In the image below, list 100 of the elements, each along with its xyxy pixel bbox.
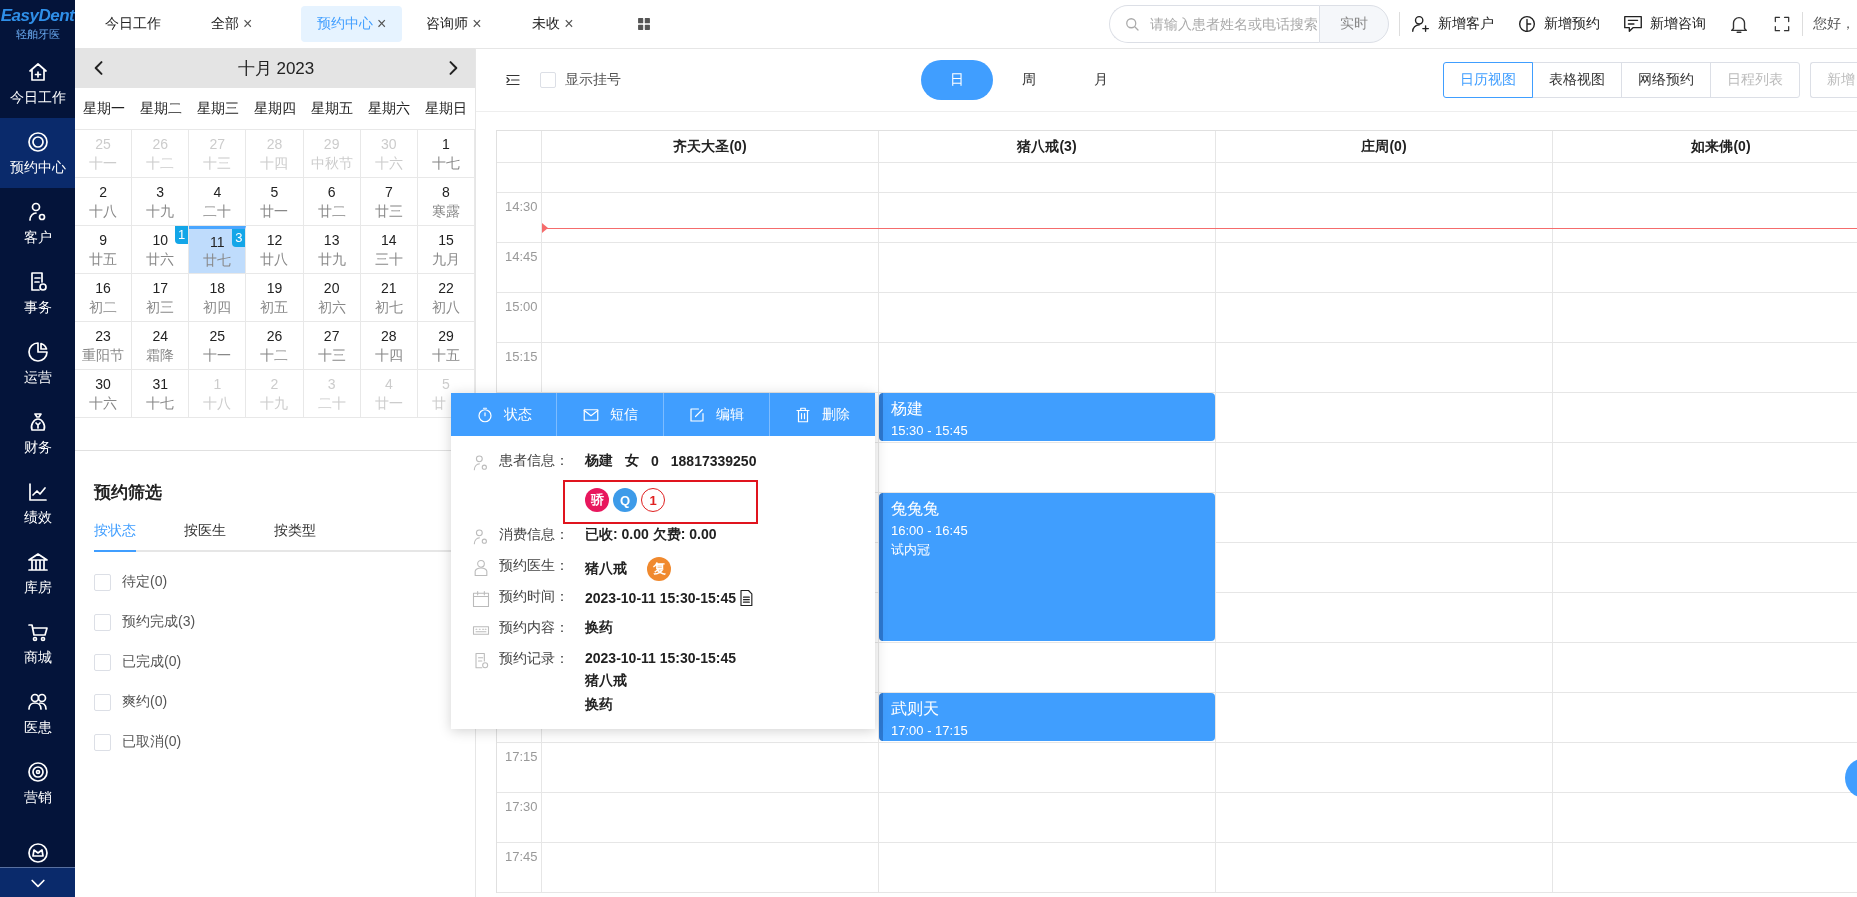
calendar-day[interactable]: 6 廿二 [303,178,361,226]
view-tab[interactable]: 表格视图 [1532,61,1622,98]
calendar-day[interactable]: 17 初三 [132,274,190,322]
field-value: 0 [651,453,659,469]
calendar-day[interactable]: 24 霜降 [132,322,190,370]
column-header: 如来佛(0) [1553,131,1857,163]
sidebar-item[interactable]: 绩效 [0,468,75,538]
calendar-day[interactable]: 14 三十 [360,226,418,274]
fullscreen-button[interactable] [1772,14,1792,34]
calendar-day[interactable]: 13 廿九 [303,226,361,274]
add-button[interactable]: 新增预约 [1516,13,1600,35]
checkbox[interactable] [94,613,111,631]
checkbox[interactable] [94,573,111,591]
tab[interactable]: 全部 × [195,6,293,42]
calendar-day[interactable]: 18 初四 [189,274,247,322]
stopwatch-icon [475,405,494,424]
calendar-day[interactable]: 29 十五 [417,322,475,370]
sidebar-item[interactable]: 库房 [0,538,75,608]
calendar-day[interactable]: 5 廿一 [246,178,304,226]
sidebar-item[interactable]: 预约中心 [0,118,75,188]
count-badge: 1 [175,226,189,244]
field-label: 预约时间： [499,588,570,606]
calendar-day[interactable]: 11 廿七 3 [189,226,247,274]
field-value: 杨建 [585,452,613,470]
calendar-day[interactable]: 15 九月 [417,226,475,274]
tab[interactable]: 今日工作 [89,6,187,42]
column-header: 庄周(0) [1216,131,1553,163]
checkbox-label: 预约完成(3) [122,613,196,631]
range-tab[interactable]: 周 [993,59,1065,100]
calendar-day[interactable]: 2 十八 [75,178,133,226]
calendar-day[interactable]: 16 初二 [75,274,133,322]
add-button[interactable]: 新增客户 [1410,13,1494,35]
trash-icon [794,405,813,424]
count-badge: 3 [232,229,246,247]
field-value: 猪八戒 [585,672,627,690]
calendar-day[interactable]: 20 初六 [303,274,361,322]
calendar-day[interactable]: 25 十一 [189,322,247,370]
sidebar-item[interactable]: 医患 [0,678,75,748]
greeting: 您好， [1813,15,1856,33]
time-label: 14:30 [505,199,538,214]
field-value: 2023-10-11 15:30-15:45 [585,650,736,666]
tag: 骄 [585,488,609,512]
tab[interactable]: 咨询师 × [410,6,509,42]
pie-chart-icon [25,339,50,364]
view-tab[interactable]: 网络预约 [1621,61,1711,98]
checkbox[interactable] [94,653,111,671]
sidebar-item[interactable]: 客户 [0,188,75,258]
sidebar-item[interactable]: 商城 [0,608,75,678]
sidebar-item[interactable]: 运营 [0,328,75,398]
tab[interactable]: 预约中心 × [301,6,403,42]
calendar-icon [471,589,491,609]
checkbox[interactable] [540,71,556,88]
checkbox-label: 爽约(0) [122,693,168,711]
weekday-label: 星期五 [310,99,355,118]
field-label: 预约记录： [499,650,570,668]
calendar-day[interactable]: 31 十七 [132,370,190,418]
clock-icon [1516,13,1538,35]
range-tab[interactable]: 月 [1065,59,1137,100]
calendar-day[interactable]: 27 十三 [303,322,361,370]
calendar-day[interactable]: 28 十四 [360,322,418,370]
field-label: 患者信息： [499,452,570,470]
time-label: 17:15 [505,749,538,764]
calendar-day[interactable]: 23 重阳节 [75,322,133,370]
tag: Q [613,488,637,512]
calendar-day[interactable]: 12 廿八 [246,226,304,274]
tag: 复 [647,557,671,581]
calendar-day[interactable]: 19 初五 [246,274,304,322]
sidebar-item[interactable]: 今日工作 [0,48,75,118]
field-value: 2023-10-11 15:30-15:45 [585,590,736,606]
sidebar-item[interactable]: 财务 [0,398,75,468]
add-button[interactable]: 新增咨询 [1622,13,1706,35]
calendar-day[interactable]: 8 寒露 [417,178,475,226]
field-label: 预约医生： [499,557,570,575]
calendar-day[interactable]: 30 十六 [75,370,133,418]
filter-tab[interactable]: 按医生 [184,514,226,552]
calendar-day[interactable]: 1 十七 [417,130,475,178]
filter-tab[interactable]: 按类型 [274,514,316,552]
time-label: 14:45 [505,249,538,264]
search-field[interactable]: 请输入患者姓名或电话搜索 [1109,5,1319,43]
chat-icon [1622,13,1644,35]
calendar-day[interactable]: 7 廿三 [360,178,418,226]
fullscreen-icon [1772,14,1792,34]
tab[interactable]: 未收 × [516,6,615,42]
time-label: 15:15 [505,349,538,364]
calendar-day[interactable]: 26 十二 [246,322,304,370]
calendar-day[interactable]: 9 廿五 [75,226,133,274]
calendar-day[interactable]: 21 初七 [360,274,418,322]
calendar-day[interactable]: 22 初八 [417,274,475,322]
time-label: 17:45 [505,849,538,864]
weekday-label: 星期一 [81,99,126,118]
apps-button[interactable] [636,16,653,32]
sidebar-item[interactable]: 营销 [0,748,75,818]
sidebar-item[interactable]: 事务 [0,258,75,328]
edit-icon [688,405,707,424]
target-icon [25,759,50,784]
checkbox[interactable] [94,733,111,751]
column-header: 齐天大圣(0) [542,131,879,163]
checkbox[interactable] [94,693,111,711]
tag: 1 [641,488,665,512]
checkbox-label: 已取消(0) [122,733,182,751]
